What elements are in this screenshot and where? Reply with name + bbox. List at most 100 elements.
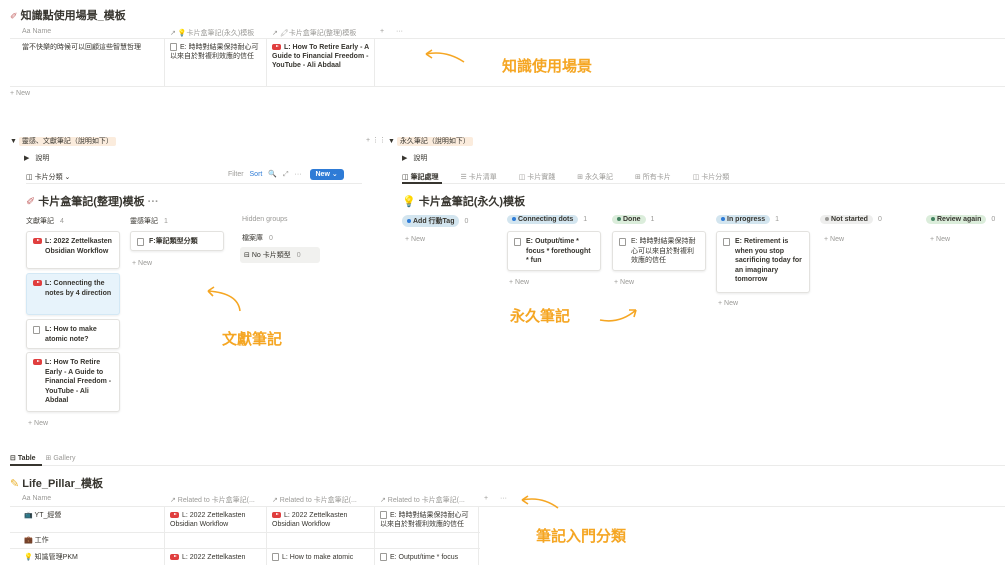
briefcase-icon: 💼 xyxy=(24,537,33,544)
column-organized-notes[interactable]: ↗ 🖍卡片盒筆記(整理)模板 xyxy=(272,28,356,38)
page-icon xyxy=(723,238,730,246)
page-icon xyxy=(514,238,521,246)
youtube-icon xyxy=(272,512,281,519)
annotation-arrow xyxy=(207,286,241,312)
right-section-toggle[interactable]: ▼ 永久筆記（說明如下） xyxy=(388,136,473,146)
relation-cell[interactable]: L: 2022 Zettelkasten xyxy=(170,553,245,562)
new-card-button[interactable]: + New xyxy=(28,420,48,427)
sort-button[interactable]: Sort xyxy=(250,171,263,178)
hidden-group-no-type[interactable]: ⊟ No 卡片類型 0 xyxy=(240,247,320,263)
hidden-groups-label: Hidden groups xyxy=(242,216,288,223)
tab-table[interactable]: ⊟ Table xyxy=(10,455,36,462)
new-card-button[interactable]: + New xyxy=(132,260,152,267)
new-card-button[interactable]: + New xyxy=(509,279,529,286)
board-card[interactable]: E: Output/time * focus * forethought * f… xyxy=(507,231,601,271)
column-related-3[interactable]: ↗ Related to 卡片盒筆記(... xyxy=(380,495,465,505)
tab-note-processing[interactable]: ◫ 筆記處理 xyxy=(402,174,449,181)
status-pill: Connecting dots xyxy=(507,215,579,224)
board-card[interactable]: L: How to make atomic note? xyxy=(26,319,120,349)
new-card-button[interactable]: + New xyxy=(930,236,950,243)
tab-permanent-notes[interactable]: ⊞ 永久筆記 xyxy=(577,174,623,181)
left-explain-toggle[interactable]: ▶ 說明 xyxy=(24,153,49,163)
add-column-button[interactable]: + xyxy=(484,495,488,502)
board-card[interactable]: E: Retirement is when you stop sacrifici… xyxy=(716,231,810,293)
status-dot-icon xyxy=(825,217,829,222)
new-card-button[interactable]: + New xyxy=(824,236,844,243)
new-card-button[interactable]: + New xyxy=(405,236,425,243)
add-column-button[interactable]: + xyxy=(380,28,384,35)
relation-cell[interactable]: L: How To Retire Early - A Guide to Fina… xyxy=(272,43,370,70)
board-card[interactable]: L: How To Retire Early - A Guide to Fina… xyxy=(26,352,120,412)
status-group-header[interactable]: Connecting dots 1 xyxy=(507,215,587,224)
status-group-header[interactable]: Review again 0 xyxy=(926,215,995,224)
column-permanent-notes[interactable]: ↗ 💡卡片盒筆記(永久)模板 xyxy=(170,28,254,38)
left-section-toggle[interactable]: ▼ 靈感、文獻筆記（說明如下） xyxy=(10,136,116,146)
add-block-handle[interactable]: + ⋮⋮ xyxy=(366,136,386,144)
top-database-title[interactable]: ✐ 知識點使用場景_模板 xyxy=(10,7,126,23)
column-more-button[interactable]: ··· xyxy=(396,28,403,35)
annotation-arrow xyxy=(599,309,637,322)
board-card[interactable]: L: Connecting the notes by 4 direction xyxy=(26,273,120,315)
board-card[interactable]: F:筆記類型分類 xyxy=(130,231,224,251)
relation-cell[interactable]: L: How to make atomic xyxy=(272,553,353,562)
column-related-2[interactable]: ↗ Related to 卡片盒筆記(... xyxy=(272,495,357,505)
new-card-button[interactable]: + New xyxy=(614,279,634,286)
tab-card-list[interactable]: ☰ 卡片清單 xyxy=(461,174,507,181)
column-name[interactable]: Aa Name xyxy=(22,28,51,35)
page-icon xyxy=(619,238,626,246)
annotation-intro-category: 筆記入門分類 xyxy=(536,528,627,545)
right-explain-toggle[interactable]: ▶ 說明 xyxy=(402,153,427,163)
right-board-title[interactable]: 💡 卡片盒筆記(永久)模板 xyxy=(402,193,525,209)
status-group-header[interactable]: In progress 1 xyxy=(716,215,779,224)
hidden-group-archive[interactable]: 檔案庫 0 xyxy=(242,233,273,243)
new-card-button[interactable]: + New xyxy=(718,300,738,307)
page-icon xyxy=(272,553,279,562)
status-group-header[interactable]: Add 行動Tag 0 xyxy=(402,215,468,227)
table-row-name[interactable]: 💼 工作 xyxy=(24,536,49,545)
tab-gallery[interactable]: ⊞ Gallery xyxy=(46,455,76,462)
column-related-1[interactable]: ↗ Related to 卡片盒筆記(... xyxy=(170,495,255,505)
left-board-title[interactable]: ✐ 卡片盒筆記(整理)模板 ··· xyxy=(26,193,159,209)
lightbulb-icon: 💡 xyxy=(24,554,33,561)
column-more-button[interactable]: ··· xyxy=(500,495,507,502)
column-name[interactable]: Aa Name xyxy=(22,495,51,502)
more-button[interactable]: ··· xyxy=(295,171,302,178)
pencil-icon: ✐ xyxy=(26,196,36,208)
table-row-name[interactable]: 📺 YT_經營 xyxy=(24,511,61,520)
tab-all-cards[interactable]: ⊞ 所有卡片 xyxy=(635,174,681,181)
bottom-database-title[interactable]: ✎ Life_Pillar_模板 xyxy=(10,475,103,491)
tab-card-category[interactable]: ◫ 卡片分類 xyxy=(693,174,740,181)
relation-cell[interactable]: E: Output/time * focus xyxy=(380,553,458,562)
tv-icon: 📺 xyxy=(24,512,33,519)
relation-cell[interactable]: E: 時時對結果保持耐心可以來自於對複利效應的信任 xyxy=(380,511,474,529)
lightbulb-icon: 💡 xyxy=(402,196,416,208)
board-card[interactable]: E: 時時對結果保持耐心可以來自於對複利效應的信任 xyxy=(612,231,706,271)
status-group-header[interactable]: Done 1 xyxy=(612,215,654,224)
left-view-selector[interactable]: ◫ 卡片分類 ⌄ xyxy=(26,172,70,182)
expand-icon[interactable]: ⤢ xyxy=(283,171,289,178)
group-header-literature[interactable]: 文獻筆記 4 xyxy=(26,216,64,226)
archive-icon: ⊟ xyxy=(244,252,250,259)
filter-button[interactable]: Filter xyxy=(228,171,244,178)
youtube-icon xyxy=(33,238,42,244)
board-more-button[interactable]: ··· xyxy=(148,196,159,208)
board-card[interactable]: L: 2022 Zettelkasten Obsidian Workflow xyxy=(26,231,120,269)
board-icon: ◫ xyxy=(26,174,33,181)
relation-cell[interactable]: E: 時時對結果保持耐心可以來自於對複利效應的信任 xyxy=(170,43,262,61)
youtube-icon xyxy=(272,44,281,51)
relation-cell[interactable]: L: 2022 Zettelkasten Obsidian Workflow xyxy=(272,511,370,529)
new-button[interactable]: New ⌄ xyxy=(309,169,344,180)
page-icon xyxy=(33,326,40,334)
table-row-name[interactable]: 當不快樂的時候可以回顧這些智慧哲理 xyxy=(22,43,160,52)
annotation-arrow xyxy=(521,495,559,509)
top-new-row-button[interactable]: + New xyxy=(10,90,30,97)
relation-cell[interactable]: L: 2022 Zettelkasten Obsidian Workflow xyxy=(170,511,262,529)
table-row-name[interactable]: 💡 知識管理PKM xyxy=(24,553,78,562)
search-icon[interactable]: 🔍 xyxy=(268,171,277,178)
annotation-permanent: 永久筆記 xyxy=(510,308,571,325)
status-dot-icon xyxy=(617,217,621,222)
status-group-header[interactable]: Not started 0 xyxy=(820,215,882,224)
group-header-inspiration[interactable]: 靈感筆記 1 xyxy=(130,216,168,226)
status-pill: Not started xyxy=(820,215,873,224)
tab-card-practice[interactable]: ◫ 卡片實踐 xyxy=(519,174,566,181)
